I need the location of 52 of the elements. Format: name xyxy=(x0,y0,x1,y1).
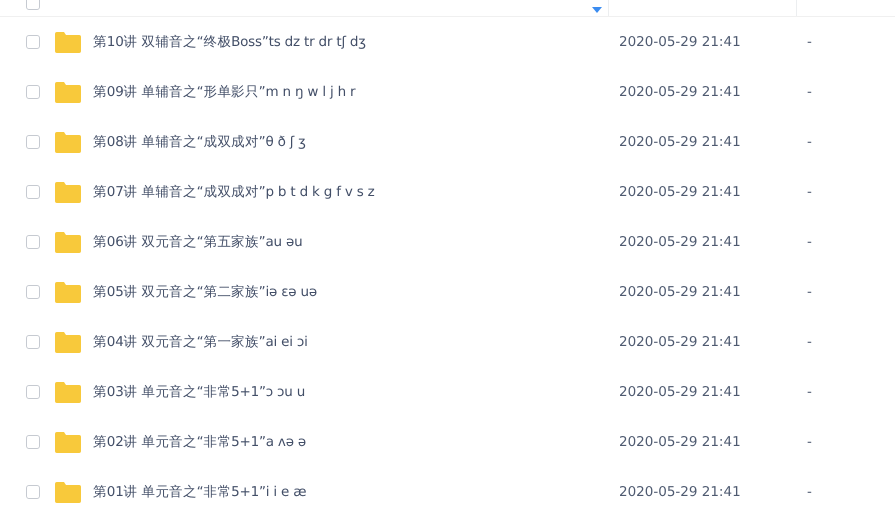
folder-icon xyxy=(55,82,81,102)
row-checkbox[interactable] xyxy=(26,335,40,349)
file-size: - xyxy=(807,484,812,500)
folder-name[interactable]: 第10讲 双辅音之“终极Boss”ts dz tr dr tʃ dʒ xyxy=(93,33,366,51)
file-size: - xyxy=(807,234,812,250)
folder-icon xyxy=(55,132,81,152)
folder-icon xyxy=(55,332,81,352)
modified-date: 2020-05-29 21:41 xyxy=(619,284,741,300)
modified-date: 2020-05-29 21:41 xyxy=(619,434,741,450)
file-size: - xyxy=(807,84,812,100)
row-checkbox[interactable] xyxy=(26,35,40,49)
modified-date: 2020-05-29 21:41 xyxy=(619,84,741,100)
folder-icon xyxy=(55,182,81,202)
row-checkbox[interactable] xyxy=(26,385,40,399)
folder-name[interactable]: 第07讲 单辅音之“成双成对”p b t d k g f v s z xyxy=(93,183,375,201)
file-size: - xyxy=(807,334,812,350)
modified-date: 2020-05-29 21:41 xyxy=(619,184,741,200)
modified-date: 2020-05-29 21:41 xyxy=(619,34,741,50)
modified-date: 2020-05-29 21:41 xyxy=(619,234,741,250)
folder-name[interactable]: 第06讲 双元音之“第五家族”au əu xyxy=(93,233,302,251)
file-size: - xyxy=(807,134,812,150)
folder-name[interactable]: 第04讲 双元音之“第一家族”ai ei ɔi xyxy=(93,333,308,351)
file-size: - xyxy=(807,284,812,300)
modified-date: 2020-05-29 21:41 xyxy=(619,484,741,500)
folder-name[interactable]: 第08讲 单辅音之“成双成对”θ ð ʃ ʒ xyxy=(93,133,306,151)
folder-icon xyxy=(55,482,81,502)
folder-name[interactable]: 第01讲 单元音之“非常5+1”i i e æ xyxy=(93,483,306,501)
row-checkbox[interactable] xyxy=(26,285,40,299)
folder-name[interactable]: 第09讲 单辅音之“形单影只”m n ŋ w l j h r xyxy=(93,83,356,101)
modified-date: 2020-05-29 21:41 xyxy=(619,334,741,350)
folder-icon xyxy=(55,32,81,52)
folder-name[interactable]: 第03讲 单元音之“非常5+1”ɔ ɔu u xyxy=(93,383,306,401)
folder-icon xyxy=(55,232,81,252)
file-size: - xyxy=(807,184,812,200)
row-checkbox[interactable] xyxy=(26,435,40,449)
row-checkbox[interactable] xyxy=(26,235,40,249)
file-size: - xyxy=(807,384,812,400)
row-checkbox[interactable] xyxy=(26,85,40,99)
file-size: - xyxy=(807,34,812,50)
row-checkbox[interactable] xyxy=(26,185,40,199)
modified-date: 2020-05-29 21:41 xyxy=(619,384,741,400)
folder-icon xyxy=(55,282,81,302)
modified-date: 2020-05-29 21:41 xyxy=(619,134,741,150)
row-checkbox[interactable] xyxy=(26,485,40,499)
folder-icon xyxy=(55,432,81,452)
row-checkbox[interactable] xyxy=(26,135,40,149)
folder-name[interactable]: 第02讲 单元音之“非常5+1”a ʌə ə xyxy=(93,433,306,451)
folder-icon xyxy=(55,382,81,402)
select-all-checkbox[interactable] xyxy=(26,0,40,10)
folder-name[interactable]: 第05讲 双元音之“第二家族”iə ɛə uə xyxy=(93,283,317,301)
sort-caret-icon[interactable] xyxy=(592,7,602,13)
file-size: - xyxy=(807,434,812,450)
